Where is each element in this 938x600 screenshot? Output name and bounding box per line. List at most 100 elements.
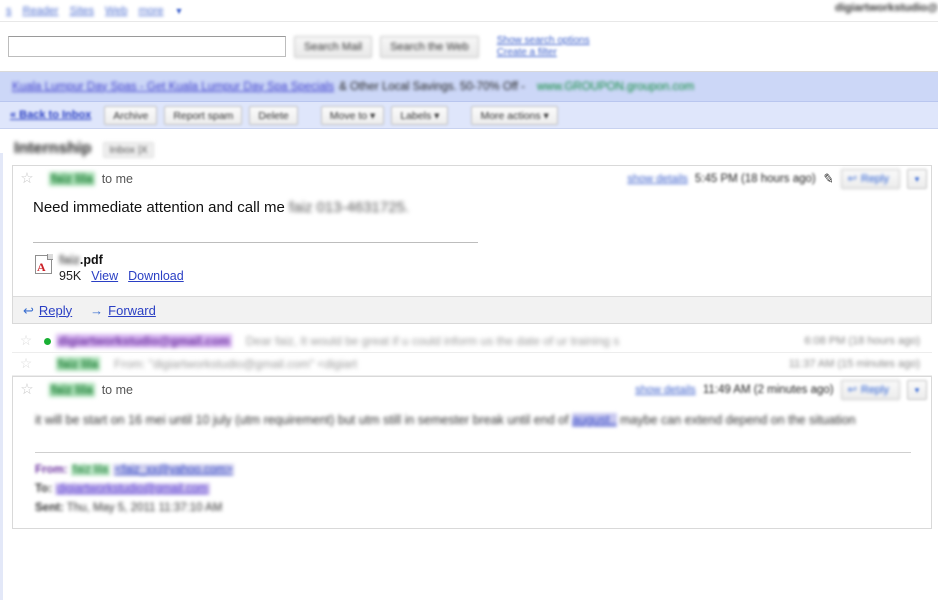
message-thread: ☆ faiz lila to me show details 5:45 PM (…	[0, 165, 938, 529]
collapsed-timestamp: 6:08 PM (18 hours ago)	[804, 335, 920, 347]
status-badge[interactable]: Inbox |X	[103, 142, 154, 158]
ad-description: & Other Local Savings. 50-70% Off -	[339, 80, 525, 93]
search-input[interactable]	[8, 36, 286, 57]
move-to-dropdown[interactable]: Move to ▾	[320, 105, 385, 125]
collapsed-message-1[interactable]: ☆ digiartworkstudio@gmail.com Dear faiz,…	[12, 330, 932, 353]
message-body-1: Need immediate attention and call me fai…	[13, 192, 931, 228]
collapsed-sender: faiz lila	[56, 357, 101, 371]
quote-sent-label: Sent:	[35, 502, 64, 514]
chevron-down-icon[interactable]: ▼	[175, 6, 184, 16]
message-header-actions-2: show details 11:49 AM (2 minutes ago) ↩ …	[635, 380, 927, 400]
message-timestamp: 5:45 PM (18 hours ago)	[694, 173, 816, 185]
reply-button[interactable]: ↩ Reply	[840, 169, 900, 189]
ad-url[interactable]: www.GROUPON.groupon.com	[537, 81, 694, 93]
footer-reply-action[interactable]: ↩ Reply	[23, 303, 72, 318]
message-footer-actions-1: ↩ Reply → Forward	[13, 296, 931, 323]
left-rail-divider	[0, 153, 3, 600]
message-timestamp: 11:49 AM (2 minutes ago)	[702, 384, 834, 396]
search-mail-button[interactable]: Search Mail	[294, 35, 373, 58]
message-body-text-part1: it will be start on 16 mei until 10 july…	[35, 413, 573, 427]
quote-to-label: To:	[35, 483, 53, 495]
message-options-dropdown[interactable]: ▾	[907, 169, 927, 189]
message-body-redacted: faiz 013-4631725.	[288, 199, 410, 216]
quote-to-email[interactable]: digiartworkstudio@gmail.com	[55, 483, 210, 495]
message-card-2: ☆ faiz lila to me show details 11:49 AM …	[12, 376, 932, 529]
pdf-file-icon: A	[35, 254, 53, 274]
account-email-label[interactable]: digiartworkstudio@	[835, 2, 938, 14]
message-sender[interactable]: faiz lila	[49, 383, 95, 397]
message-body-2: it will be start on 16 mei until 10 july…	[13, 403, 931, 434]
message-body-link[interactable]: august..	[572, 413, 617, 427]
footer-forward-action[interactable]: → Forward	[90, 303, 156, 318]
topnav-item-more[interactable]: more	[138, 5, 163, 17]
message-header-actions-1: show details 5:45 PM (18 hours ago) ✎ ↩ …	[627, 169, 927, 189]
star-icon[interactable]: ☆	[19, 382, 35, 398]
attachment-meta: faiz.pdf 95K View Download	[59, 253, 184, 284]
topnav-item-s[interactable]: s	[6, 5, 12, 17]
star-icon[interactable]: ☆	[19, 171, 35, 187]
back-to-inbox-link[interactable]: « Back to Inbox	[10, 109, 91, 121]
attachment-divider	[33, 242, 478, 243]
message-body-text-part2: maybe can extend depend on the situation	[616, 413, 856, 427]
quote-from-name: faiz lila	[70, 464, 110, 476]
reply-arrow-icon: ↩	[23, 302, 34, 318]
top-navigation-bar: s Reader Sites Web more ▼ digiartworkstu…	[0, 0, 938, 22]
topnav-item-reader[interactable]: Reader	[23, 5, 59, 17]
report-spam-button[interactable]: Report spam	[164, 105, 243, 125]
reply-arrow-icon: ↩	[847, 173, 857, 185]
message-options-dropdown[interactable]: ▾	[907, 380, 927, 400]
create-filter-link[interactable]: Create a filter	[497, 47, 590, 59]
delete-button[interactable]: Delete	[249, 105, 298, 125]
message-body-text: Need immediate attention and call me	[33, 199, 289, 216]
collapsed-snippet: Dear faiz, It would be great if u could …	[245, 334, 620, 348]
star-icon[interactable]: ☆	[18, 356, 34, 372]
more-actions-dropdown[interactable]: More actions ▾	[471, 105, 558, 125]
quote-from-line: From: faiz lila <faiz_xx@yahoo.com>	[35, 461, 911, 480]
archive-button[interactable]: Archive	[104, 105, 158, 125]
collapsed-snippet: From: "digiartworkstudio@gmail.com" <dig…	[114, 357, 358, 371]
quote-to-line: To: digiartworkstudio@gmail.com	[35, 480, 911, 499]
footer-forward-link[interactable]: Forward	[108, 303, 156, 318]
top-nav-links: s Reader Sites Web more ▼	[6, 5, 183, 17]
ad-banner: Kuala Lumpur Day Spas - Get Kuala Lumpur…	[0, 72, 938, 102]
pencil-icon[interactable]: ✎	[822, 170, 835, 187]
ad-title-link[interactable]: Kuala Lumpur Day Spas - Get Kuala Lumpur…	[12, 81, 334, 93]
message-header-2: ☆ faiz lila to me show details 11:49 AM …	[13, 377, 931, 403]
thread-subject-row: Internship Inbox |X	[0, 129, 938, 165]
quote-from-label: From:	[35, 464, 68, 476]
reply-arrow-icon: ↩	[847, 384, 857, 396]
message-card-1: ☆ faiz lila to me show details 5:45 PM (…	[12, 165, 932, 324]
page-title: Internship	[14, 140, 92, 157]
message-recipient: to me	[101, 383, 133, 397]
quote-from-email[interactable]: <faiz_xx@yahoo.com>	[113, 464, 235, 476]
attachment-item: A faiz.pdf 95K View Download	[13, 253, 931, 296]
labels-dropdown[interactable]: Labels ▾	[391, 105, 449, 125]
show-details-link[interactable]: show details	[627, 173, 688, 185]
message-recipient: to me	[101, 172, 133, 186]
attachment-view-link[interactable]: View	[91, 269, 118, 284]
topnav-item-web[interactable]: Web	[105, 5, 127, 17]
show-search-options-link[interactable]: Show search options	[497, 35, 590, 47]
quote-sent-line: Sent: Thu, May 5, 2011 11:37:10 AM	[35, 499, 911, 518]
footer-reply-link[interactable]: Reply	[39, 303, 72, 318]
message-toolbar: « Back to Inbox Archive Report spam Dele…	[0, 102, 938, 129]
attachment-filename-ext: .pdf	[79, 253, 103, 267]
attachment-actions: 95K View Download	[59, 269, 184, 284]
show-details-link[interactable]: show details	[635, 384, 696, 396]
reply-button-label: Reply	[860, 384, 889, 396]
unread-dot-icon	[44, 337, 51, 345]
reply-button-label: Reply	[860, 173, 889, 185]
attachment-download-link[interactable]: Download	[128, 269, 184, 284]
collapsed-message-2[interactable]: ☆ faiz lila From: "digiartworkstudio@gma…	[12, 353, 932, 376]
search-web-button[interactable]: Search the Web	[380, 35, 479, 58]
star-icon[interactable]: ☆	[18, 333, 34, 349]
topnav-item-sites[interactable]: Sites	[70, 5, 94, 17]
message-header-1: ☆ faiz lila to me show details 5:45 PM (…	[13, 166, 931, 192]
collapsed-sender: digiartworkstudio@gmail.com	[56, 334, 232, 348]
reply-button[interactable]: ↩ Reply	[840, 380, 900, 400]
attachment-filename-redacted: faiz	[59, 253, 80, 267]
quoted-message-headers: From: faiz lila <faiz_xx@yahoo.com> To: …	[13, 461, 931, 528]
message-sender[interactable]: faiz lila	[49, 172, 95, 186]
quoted-message-divider	[35, 452, 911, 453]
collapsed-timestamp: 11:37 AM (15 minutes ago)	[788, 358, 920, 370]
